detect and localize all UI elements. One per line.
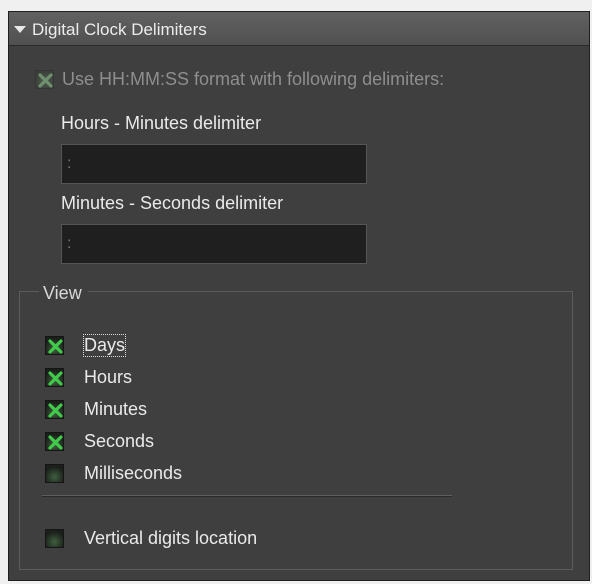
minutes-seconds-label: Minutes - Seconds delimiter [61, 193, 284, 213]
milliseconds-checkbox[interactable] [45, 464, 64, 483]
check-x-icon [48, 403, 63, 418]
hours-checkbox[interactable] [45, 368, 64, 387]
minutes-label: Minutes [84, 399, 148, 419]
days-label: Days [82, 334, 127, 357]
check-x-icon [38, 73, 53, 88]
minutes-seconds-delimiter-value: : [67, 235, 72, 252]
check-x-icon [48, 339, 63, 354]
format-checkbox[interactable] [35, 70, 54, 89]
hours-minutes-delimiter-value: : [67, 155, 72, 172]
milliseconds-label: Milliseconds [84, 463, 183, 483]
check-x-icon [48, 371, 63, 386]
window: Digital Clock Delimiters Use HH:MM:SS fo… [0, 0, 592, 584]
panel-title: Digital Clock Delimiters [32, 20, 207, 39]
check-x-icon [48, 435, 63, 450]
seconds-checkbox[interactable] [45, 432, 64, 451]
view-group-title: View [39, 283, 88, 304]
vertical-digits-checkbox[interactable] [45, 529, 64, 548]
panel-header[interactable]: Digital Clock Delimiters [9, 12, 589, 46]
seconds-label: Seconds [84, 431, 155, 451]
minutes-checkbox[interactable] [45, 400, 64, 419]
vertical-digits-label: Vertical digits location [84, 528, 258, 548]
hours-label: Hours [84, 367, 133, 387]
minutes-seconds-delimiter-input[interactable]: : [61, 224, 367, 264]
triangle-down-icon[interactable] [14, 26, 26, 33]
hours-minutes-label: Hours - Minutes delimiter [61, 113, 262, 133]
format-checkbox-label: Use HH:MM:SS format with following delim… [62, 69, 445, 89]
hours-minutes-delimiter-input[interactable]: : [61, 144, 367, 184]
divider [42, 495, 452, 497]
days-checkbox[interactable] [45, 336, 64, 355]
